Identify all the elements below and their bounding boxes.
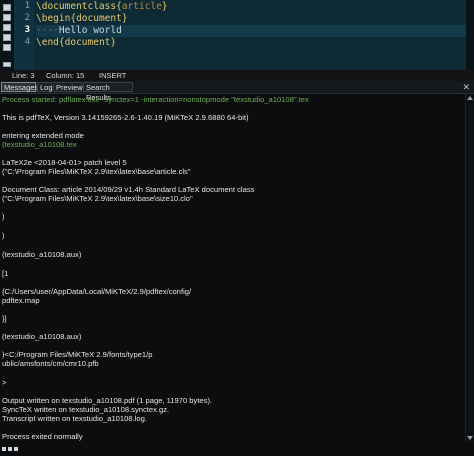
messages-panel[interactable]: Process started: pdflatex.exe -synctex=1… <box>0 94 466 442</box>
log-line: ("C:\Program Files\MiKTeX 2.9\tex\latex\… <box>2 167 191 176</box>
brace: } <box>110 37 117 48</box>
log-line: pdftex.map <box>2 296 40 305</box>
line-number-current: 3 <box>24 25 30 35</box>
code-line-current[interactable]: ····Hello world <box>36 25 466 37</box>
panel-icon[interactable] <box>14 447 18 451</box>
output-tabs: Messages Log Preview Search Results ✕ <box>0 81 474 102</box>
editor-scrollbar[interactable] <box>466 0 474 70</box>
bookmark-icon[interactable] <box>3 34 11 41</box>
mode-indicator: INSERT <box>99 71 127 80</box>
footer-bar <box>0 444 474 456</box>
tab-messages[interactable]: Messages <box>1 82 38 92</box>
log-line: Process exited normally <box>2 432 83 441</box>
log-line: )<C:/Program Files/MiKTeX 2.9/fonts/type… <box>2 350 153 359</box>
line-number-gutter: 1 2 3 4 <box>14 0 34 70</box>
collapse-icon[interactable] <box>3 4 11 11</box>
line-indicator: Line: 3 <box>12 71 35 80</box>
column-indicator: Column: 15 <box>46 71 85 80</box>
tab-preview[interactable]: Preview <box>53 82 83 92</box>
log-line: ("C:\Program Files\MiKTeX 2.9\tex\latex\… <box>2 194 193 203</box>
latex-command: \begin <box>36 13 71 24</box>
log-line: SyncTeX written on texstudio_a10108.sync… <box>2 405 170 414</box>
log-line: [1 <box>2 269 9 278</box>
log-line: {C:/Users/user/AppData/Local/MiKTeX/2.9/… <box>2 287 192 296</box>
panel-icon[interactable] <box>2 447 6 451</box>
code-line[interactable]: \end{document} <box>36 37 466 49</box>
brace: } <box>161 1 168 12</box>
brace: } <box>121 13 128 24</box>
fold-icon[interactable] <box>3 14 11 21</box>
whitespace-dots: ···· <box>36 25 59 36</box>
latex-command: \end <box>36 37 59 48</box>
log-line: (texstudio_a10108.aux) <box>2 250 82 259</box>
expand-icon[interactable] <box>3 62 11 67</box>
line-number: 1 <box>24 1 30 11</box>
latex-argument: document <box>76 13 122 24</box>
bookmark-icon[interactable] <box>3 24 11 31</box>
log-line: Process started: pdflatex.exe -synctex=1… <box>2 95 309 104</box>
status-bar: Line: 3 Column: 15 INSERT <box>0 70 474 81</box>
code-editor[interactable]: 1 2 3 4 \documentclass{article} \begin{d… <box>0 0 474 70</box>
log-line: This is pdfTeX, Version 3.14159265-2.6-1… <box>2 113 249 122</box>
log-line: LaTeX2e <2018-04-01> patch level 5 <box>2 158 127 167</box>
log-line: Document Class: article 2014/09/29 v1.4h… <box>2 185 255 194</box>
close-icon[interactable]: ✕ <box>462 81 470 93</box>
code-line[interactable]: \documentclass{article} <box>36 1 466 13</box>
scroll-up-icon[interactable] <box>467 96 473 100</box>
log-line: > <box>2 378 7 387</box>
log-line: (texstudio_a10108.aux) <box>2 332 82 341</box>
log-line: ) <box>2 212 5 221</box>
log-line: }] <box>2 314 7 323</box>
log-line: Transcript written on texstudio_a10108.l… <box>2 414 147 423</box>
code-area[interactable]: \documentclass{article} \begin{document}… <box>34 0 466 70</box>
line-number: 2 <box>24 13 30 23</box>
log-line: ) <box>2 231 5 240</box>
line-number: 4 <box>24 37 30 47</box>
latex-argument: article <box>121 1 162 12</box>
log-line: entering extended mode <box>2 131 84 140</box>
code-text: Hello world <box>58 25 122 36</box>
log-line: Output written on texstudio_a10108.pdf (… <box>2 396 213 405</box>
scroll-down-icon[interactable] <box>467 436 473 440</box>
panel-icon[interactable] <box>8 447 12 451</box>
code-line[interactable]: \begin{document} <box>36 13 466 25</box>
log-line: (texstudio_a10108.tex <box>2 140 77 149</box>
latex-argument: document <box>64 37 111 48</box>
tab-search-results[interactable]: Search Results <box>83 82 133 102</box>
tab-log[interactable]: Log <box>37 82 53 92</box>
log-line: ublic/amsfonts/cm/cmr10.pfb <box>2 359 99 368</box>
structure-strip <box>0 0 14 70</box>
latex-command: \documentclass <box>36 1 117 12</box>
bookmark-icon[interactable] <box>3 44 11 51</box>
log-scrollbar[interactable] <box>465 94 474 442</box>
